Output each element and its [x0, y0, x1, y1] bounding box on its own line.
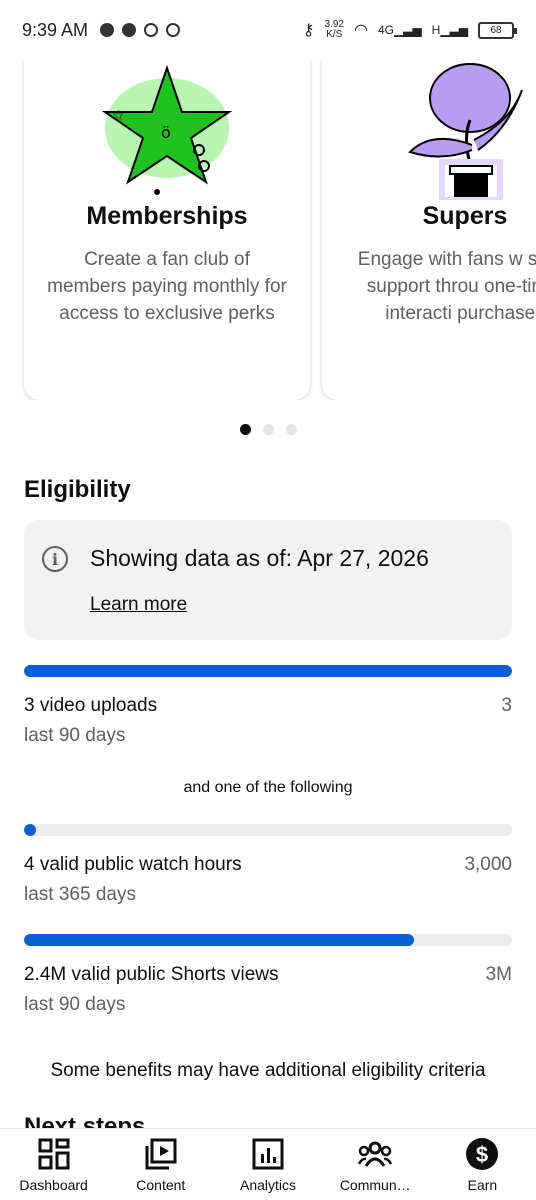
carousel-dot[interactable] [285, 424, 297, 435]
requirement-label: 2.4M valid public Shorts views [24, 964, 279, 985]
card-memberships[interactable]: ö ☆ Memberships Create a fan club of mem… [24, 60, 310, 400]
community-icon [358, 1137, 393, 1171]
nav-community[interactable]: Commun… [322, 1129, 429, 1200]
card-supers[interactable]: Supers Engage with fans w show support t… [322, 60, 536, 400]
nav-earn[interactable]: $ Earn [429, 1129, 536, 1200]
nav-analytics[interactable]: Analytics [214, 1129, 321, 1200]
requirement-label: 4 valid public watch hours [24, 854, 242, 875]
nav-dashboard[interactable]: Dashboard [0, 1129, 107, 1200]
carousel-indicator [0, 424, 536, 435]
status-right: ⚷ 3.92 K/S ◠ 4G▁▃▅ H▁▃▅ 68 [302, 19, 517, 40]
sync-icon [166, 23, 181, 37]
data-date-notice: i Showing data as of: Apr 27, 2026 Learn… [24, 520, 512, 640]
benefits-carousel[interactable]: ö ☆ Memberships Create a fan club of mem… [0, 60, 536, 400]
progress-fill [24, 665, 512, 677]
bottom-navigation: Dashboard Content Analytics Commun… $ Ea… [0, 1128, 536, 1200]
analytics-icon [251, 1137, 285, 1171]
nav-label: Earn [467, 1177, 498, 1193]
status-time: 9:39 AM [22, 19, 89, 40]
requirement-target: 3M [485, 964, 512, 985]
progress-fill [24, 934, 415, 946]
key-icon: ⚷ [302, 22, 315, 39]
app-icon [144, 23, 159, 37]
requirement-target: 3 [501, 695, 512, 716]
following-text: and one of the following [183, 779, 353, 796]
learn-more-link[interactable]: Learn more [90, 594, 187, 616]
plant-illustration [408, 63, 523, 200]
nav-label: Content [136, 1177, 186, 1193]
requirement-video-uploads: 3 video uploads 3 last 90 days [24, 665, 512, 747]
requirement-watch-hours: 4 valid public watch hours 3,000 last 36… [24, 824, 512, 906]
star-illustration: ö ☆ [101, 64, 233, 195]
data-date-text: Showing data as of: Apr 27, 2026 [90, 545, 429, 571]
signal-4g: 4G▁▃▅ [377, 23, 422, 37]
progress-track [24, 824, 512, 836]
earn-icon: $ [465, 1137, 499, 1171]
requirement-label: 3 video uploads [24, 695, 158, 716]
requirement-period: last 365 days [24, 884, 136, 905]
notification-icons [100, 23, 181, 37]
card-title: Memberships [86, 202, 248, 230]
status-bar: 9:39 AM ⚷ 3.92 K/S ◠ 4G▁▃▅ H▁▃▅ 68 [0, 0, 536, 60]
nav-label: Commun… [339, 1177, 411, 1193]
svg-text:ö: ö [161, 123, 171, 142]
chat-icon [100, 23, 115, 37]
nav-label: Dashboard [19, 1177, 88, 1193]
requirement-target: 3,000 [464, 854, 512, 875]
svg-text:☆: ☆ [112, 108, 125, 124]
signal-h: H▁▃▅ [431, 23, 468, 37]
svg-text:$: $ [476, 1142, 488, 1167]
carousel-dot-active[interactable] [239, 424, 251, 435]
info-icon: i [42, 546, 68, 572]
requirement-shorts-views: 2.4M valid public Shorts views 3M last 9… [24, 934, 512, 1016]
eligibility-note: Some benefits may have additional eligib… [50, 1060, 486, 1081]
progress-fill [24, 824, 36, 836]
wifi-icon: ◠ [353, 22, 368, 39]
nav-label: Analytics [239, 1177, 297, 1193]
carousel-dot[interactable] [262, 424, 274, 435]
eligibility-heading: Eligibility [24, 476, 131, 503]
card-description: Create a fan club of members paying mont… [47, 249, 287, 324]
next-steps-heading: Next steps [24, 1113, 146, 1128]
dashboard-icon [37, 1137, 71, 1171]
battery-icon: 68 [478, 21, 517, 39]
content-icon [144, 1137, 178, 1171]
requirement-period: last 90 days [24, 725, 126, 746]
network-speed: 3.92 K/S [324, 19, 344, 40]
card-title: Supers [422, 202, 508, 230]
telegram-icon [122, 23, 137, 37]
requirement-period: last 90 days [24, 994, 126, 1015]
progress-track [24, 665, 512, 677]
nav-content[interactable]: Content [107, 1129, 214, 1200]
card-description: Engage with fans w show support throu on… [357, 249, 536, 324]
progress-track [24, 934, 512, 946]
